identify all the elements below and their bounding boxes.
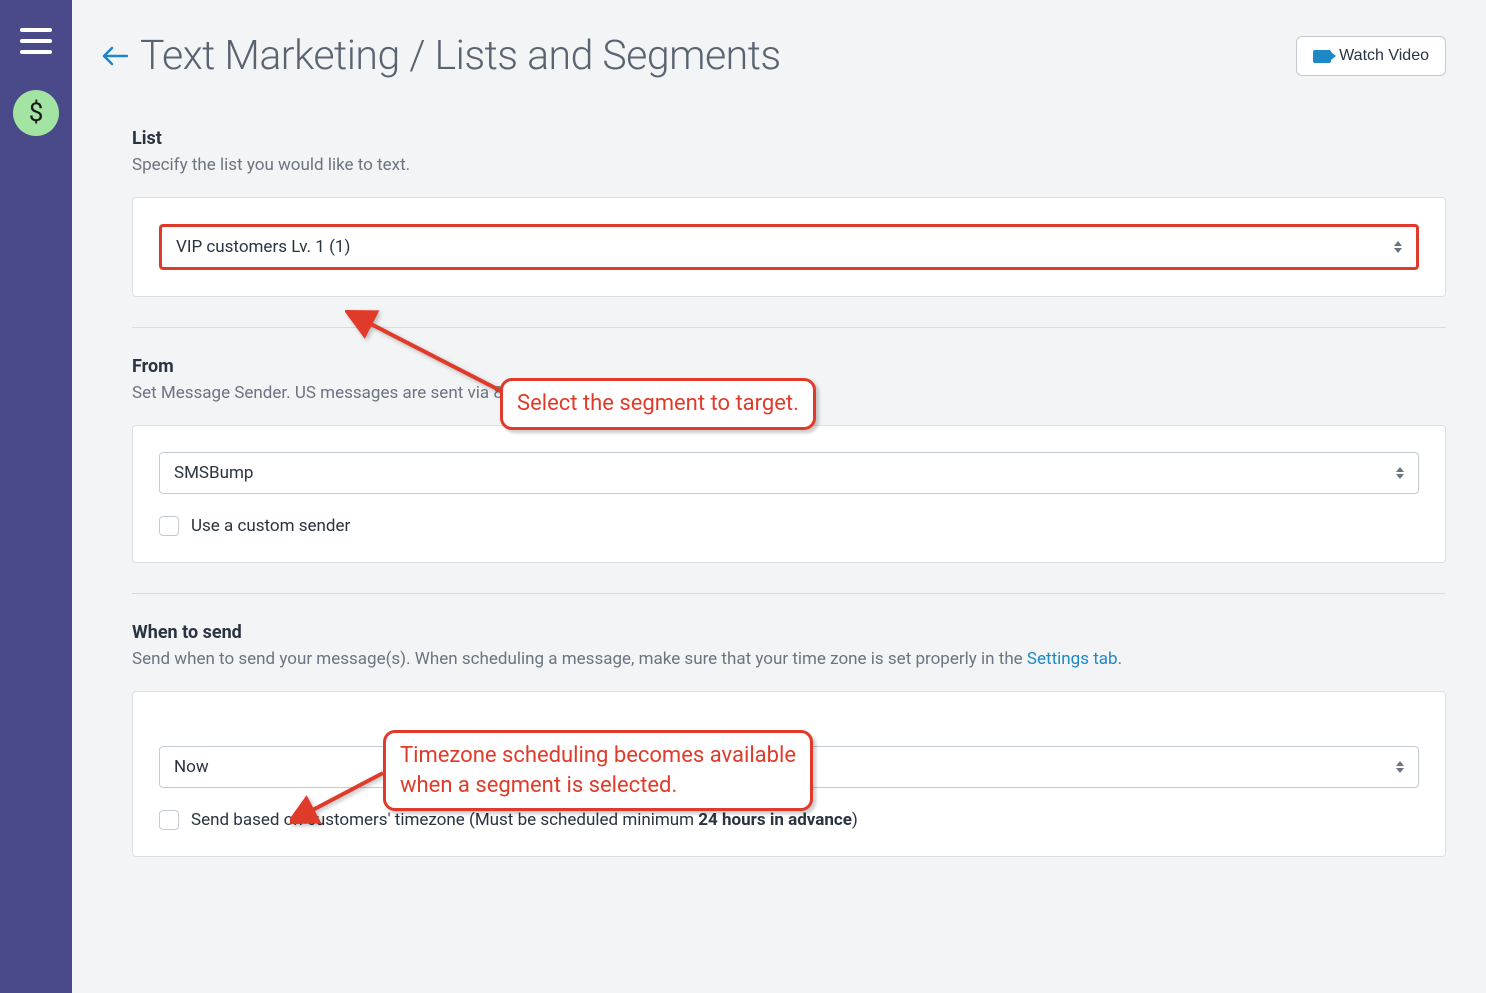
- settings-tab-link[interactable]: Settings tab: [1027, 649, 1118, 669]
- from-section-label: From: [102, 356, 1446, 377]
- tz-label-prefix: Send based on customers' timezone (Must …: [191, 810, 698, 830]
- select-caret-icon: [1396, 467, 1404, 479]
- page-header: Text Marketing / Lists and Segments Watc…: [102, 32, 1446, 80]
- from-card: SMSBump Use a custom sender: [132, 425, 1446, 563]
- when-desc-suffix: .: [1118, 649, 1122, 669]
- divider: [132, 327, 1446, 328]
- when-select-value: Now: [174, 757, 209, 777]
- tz-label-suffix: ): [852, 810, 858, 830]
- section-list: List Specify the list you would like to …: [102, 128, 1446, 297]
- annotation-callout-timezone: Timezone scheduling becomes available wh…: [383, 730, 813, 811]
- timezone-checkbox-row: Send based on customers' timezone (Must …: [159, 810, 1419, 830]
- list-section-label: List: [102, 128, 1446, 149]
- custom-sender-label: Use a custom sender: [191, 516, 350, 536]
- custom-sender-checkbox[interactable]: [159, 516, 179, 536]
- menu-hamburger-icon[interactable]: [20, 28, 52, 54]
- list-select-value: VIP customers Lv. 1 (1): [176, 237, 350, 257]
- select-caret-icon: [1396, 761, 1404, 773]
- main-content: Text Marketing / Lists and Segments Watc…: [72, 0, 1486, 993]
- video-camera-icon: [1313, 50, 1331, 63]
- when-section-desc: Send when to send your message(s). When …: [102, 649, 1446, 669]
- divider: [132, 593, 1446, 594]
- header-left: Text Marketing / Lists and Segments: [102, 32, 781, 80]
- page-title: Text Marketing / Lists and Segments: [140, 32, 781, 80]
- from-select-value: SMSBump: [174, 463, 253, 483]
- when-section-label: When to send: [102, 622, 1446, 643]
- watch-video-label: Watch Video: [1339, 47, 1429, 65]
- list-select-highlight: VIP customers Lv. 1 (1): [159, 224, 1419, 270]
- list-card: VIP customers Lv. 1 (1): [132, 197, 1446, 297]
- annotation-callout-select-segment: Select the segment to target.: [500, 378, 816, 430]
- custom-sender-row: Use a custom sender: [159, 516, 1419, 536]
- callout-tz-line1: Timezone scheduling becomes available: [400, 743, 796, 768]
- callout-tz-line2: when a segment is selected.: [400, 773, 677, 798]
- billing-dollar-icon[interactable]: $: [13, 90, 59, 136]
- when-desc-prefix: Send when to send your message(s). When …: [132, 649, 1027, 669]
- back-arrow-icon[interactable]: [102, 46, 128, 66]
- timezone-checkbox-label: Send based on customers' timezone (Must …: [191, 810, 858, 830]
- sidebar: $: [0, 0, 72, 993]
- list-select[interactable]: VIP customers Lv. 1 (1): [162, 227, 1416, 267]
- from-select[interactable]: SMSBump: [159, 452, 1419, 494]
- timezone-checkbox[interactable]: [159, 810, 179, 830]
- select-caret-icon: [1394, 241, 1402, 253]
- from-select-wrapper: SMSBump: [159, 452, 1419, 494]
- watch-video-button[interactable]: Watch Video: [1296, 36, 1446, 76]
- list-section-desc: Specify the list you would like to text.: [102, 155, 1446, 175]
- tz-label-bold: 24 hours in advance: [698, 810, 852, 830]
